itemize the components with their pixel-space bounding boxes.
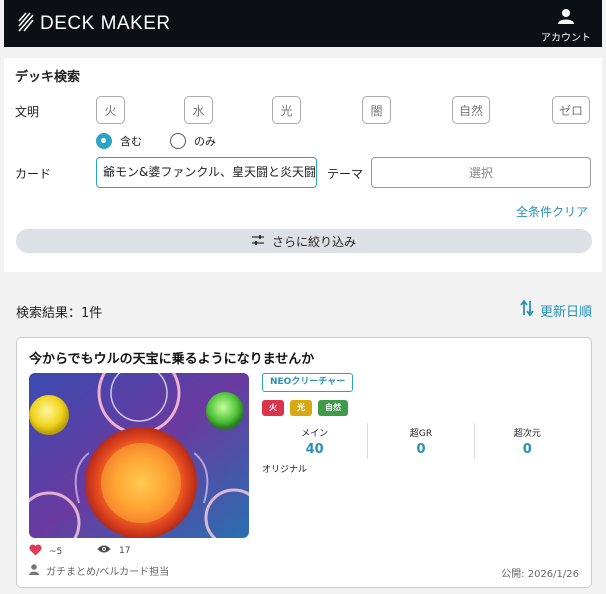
logo-stripes-icon bbox=[18, 12, 34, 36]
count-main-value: 40 bbox=[305, 442, 324, 457]
theme-label: テーマ bbox=[327, 167, 364, 181]
count-main: メイン 40 bbox=[262, 423, 369, 459]
view-count: 17 bbox=[119, 545, 131, 556]
author[interactable]: ガチまとめ/ベルカード担当 bbox=[29, 563, 169, 578]
deck-title[interactable]: 今からでもウルの天宝に乗るようになりませんか bbox=[29, 348, 314, 367]
radio-include[interactable]: 含む bbox=[96, 133, 142, 149]
author-name: ガチまとめ/ベルカード担当 bbox=[46, 567, 170, 578]
card-input[interactable]: 爺モン&婆ファンクル、皇天闘と炎天闘 bbox=[96, 157, 317, 188]
civ-button-darkness[interactable]: 闇 bbox=[362, 96, 391, 124]
count-main-label: メイン bbox=[301, 429, 329, 439]
like-count: ~5 bbox=[49, 546, 63, 557]
count-hyperspatial: 超次元 0 bbox=[475, 423, 580, 459]
radio-only-label: のみ bbox=[194, 135, 216, 148]
radio-include-dot bbox=[96, 133, 112, 149]
deck-counts: メイン 40 超GR 0 超次元 0 bbox=[262, 423, 580, 459]
view-count-group: 17 bbox=[97, 544, 130, 557]
logo-text: DECK MAKER bbox=[40, 13, 171, 34]
radio-only[interactable]: のみ bbox=[170, 133, 216, 149]
theme-select[interactable]: 選択 bbox=[371, 157, 591, 188]
sort-arrows-icon bbox=[520, 299, 540, 320]
card-label: カード bbox=[15, 167, 52, 181]
account-label: アカウント bbox=[541, 33, 591, 44]
published-date: 公開: 2026/1/26 bbox=[501, 569, 579, 580]
civ-tag-nature: 自然 bbox=[318, 400, 348, 416]
user-icon bbox=[29, 563, 46, 578]
regulation-label: オリジナル bbox=[262, 465, 308, 475]
count-gr-value: 0 bbox=[416, 442, 426, 457]
logo[interactable]: DECK MAKER bbox=[18, 12, 171, 36]
top-bar: DECK MAKER アカウント bbox=[4, 0, 602, 47]
civ-button-water[interactable]: 水 bbox=[184, 96, 213, 124]
result-count: 検索結果：1件 bbox=[16, 306, 103, 321]
account-icon bbox=[558, 9, 574, 28]
civ-button-light[interactable]: 光 bbox=[272, 96, 301, 124]
count-hyperspatial-value: 0 bbox=[522, 442, 532, 457]
count-hyperspatial-label: 超次元 bbox=[513, 429, 541, 439]
refine-button[interactable]: さらに絞り込み bbox=[16, 229, 592, 253]
search-panel: デッキ検索 文明 火 水 光 闇 自然 ゼロ 含む のみ カード 爺モン&婆ファ… bbox=[4, 58, 602, 272]
count-gr: 超GR 0 bbox=[368, 423, 475, 459]
search-title: デッキ検索 bbox=[15, 70, 81, 85]
civ-tag-light: 光 bbox=[290, 400, 312, 416]
sort-button[interactable]: 更新日順 bbox=[520, 299, 592, 320]
eye-icon bbox=[97, 544, 119, 557]
account-button[interactable]: アカウント bbox=[538, 8, 594, 44]
count-gr-label: 超GR bbox=[409, 429, 433, 439]
theme-select-placeholder: 選択 bbox=[468, 166, 493, 180]
sliders-icon bbox=[251, 234, 272, 248]
deck-card[interactable]: 今からでもウルの天宝に乗るようになりませんか NEOクリーチャー 火 光 自然 … bbox=[16, 337, 592, 588]
civ-tag-fire: 火 bbox=[262, 400, 284, 416]
radio-only-dot bbox=[170, 133, 186, 149]
like-button[interactable]: ~5 bbox=[29, 544, 62, 559]
sort-label: 更新日順 bbox=[539, 304, 592, 320]
heart-icon bbox=[29, 544, 49, 559]
civ-button-zero[interactable]: ゼロ bbox=[552, 96, 590, 124]
radio-include-label: 含む bbox=[120, 135, 142, 148]
type-badge: NEOクリーチャー bbox=[262, 373, 354, 392]
civ-button-fire[interactable]: 火 bbox=[96, 96, 125, 124]
clear-all-link[interactable]: 全条件クリア bbox=[516, 203, 588, 220]
civ-label: 文明 bbox=[15, 105, 40, 119]
civ-button-nature[interactable]: 自然 bbox=[452, 96, 490, 124]
deck-thumbnail[interactable] bbox=[29, 373, 249, 538]
refine-label: さらに絞り込み bbox=[271, 234, 356, 249]
